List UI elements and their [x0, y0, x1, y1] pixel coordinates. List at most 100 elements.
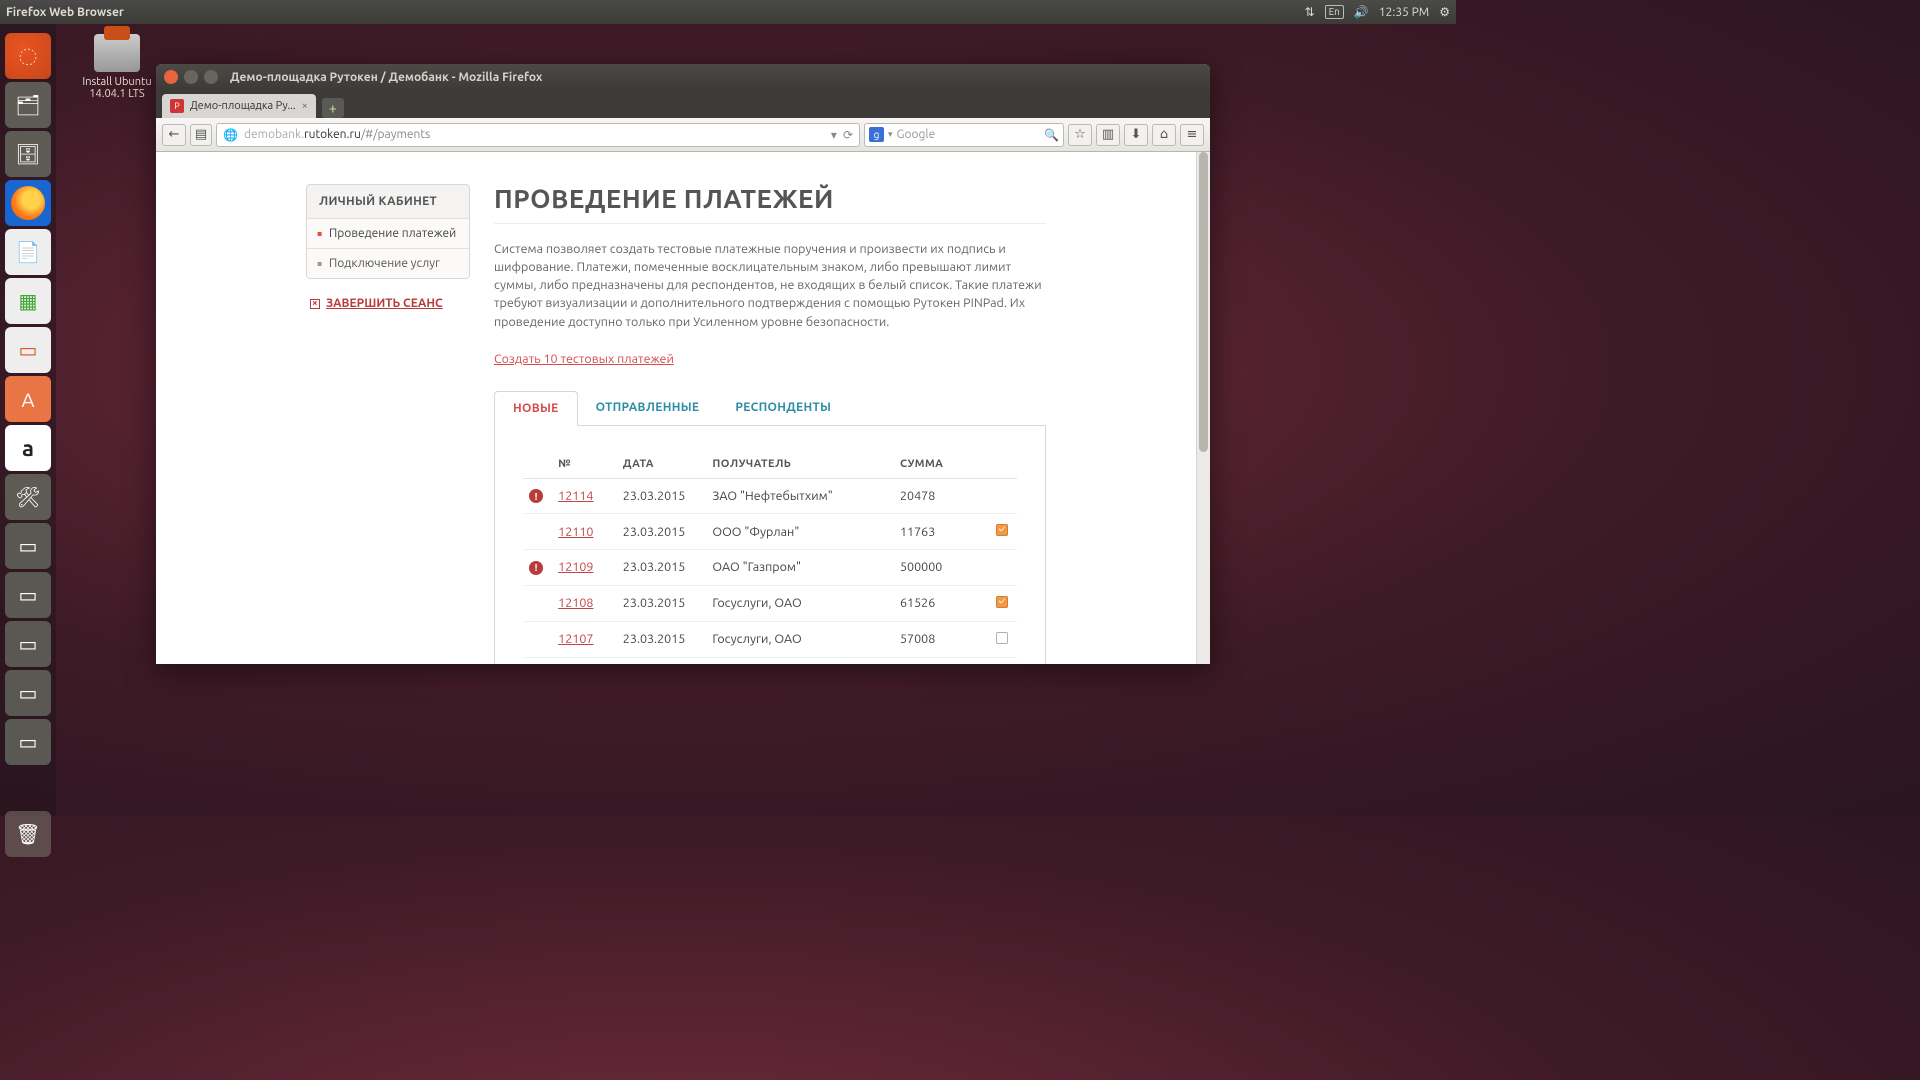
col-header-number: №: [552, 450, 617, 479]
clock-label[interactable]: 12:35 PM: [1379, 6, 1429, 19]
session-gear-icon[interactable]: ⚙: [1439, 5, 1450, 19]
payment-number-link[interactable]: 12108: [558, 596, 593, 610]
sidebar-title: ЛИЧНЫЙ КАБИНЕТ: [307, 185, 469, 218]
libreoffice-calc-icon[interactable]: ▦: [5, 278, 51, 324]
active-app-label: Firefox Web Browser: [6, 6, 124, 19]
payment-sum: 20701: [894, 657, 988, 664]
browser-tab[interactable]: Р Демо-площадка Ру... ×: [162, 94, 316, 118]
warning-icon: !: [529, 561, 543, 575]
payment-sum: 20478: [894, 478, 988, 514]
payment-recipient: ФГУП СервисКонтакт: [706, 657, 894, 664]
mounted-drive-icon[interactable]: ▭: [5, 621, 51, 667]
payment-sum: 61526: [894, 585, 988, 621]
search-engine-dropdown-icon[interactable]: ▾: [888, 129, 893, 140]
tab-sent[interactable]: ОТПРАВЛЕННЫЕ: [578, 391, 718, 425]
table-row: !1211423.03.2015ЗАО "Нефтебытхим"20478: [523, 478, 1017, 514]
table-row: 1211023.03.2015ООО "Фурлан"11763: [523, 514, 1017, 550]
payment-sum: 57008: [894, 621, 988, 657]
row-checkbox[interactable]: [996, 596, 1008, 608]
payment-number-link[interactable]: 12114: [558, 489, 593, 503]
home-icon[interactable]: ⌂: [1152, 124, 1176, 146]
tab-close-icon[interactable]: ×: [302, 100, 308, 112]
site-identity-icon[interactable]: 🌐: [223, 128, 238, 142]
search-go-icon[interactable]: 🔍: [1044, 128, 1059, 142]
firefox-icon[interactable]: [5, 180, 51, 226]
hamburger-menu-icon[interactable]: ≡: [1180, 124, 1204, 146]
mounted-drive-icon[interactable]: ▭: [5, 572, 51, 618]
libreoffice-impress-icon[interactable]: ▭: [5, 327, 51, 373]
readermode-icon[interactable]: ▤: [190, 124, 212, 146]
payment-number-link[interactable]: 12109: [558, 560, 593, 574]
window-close-button[interactable]: [164, 70, 178, 84]
payment-number-link[interactable]: 12107: [558, 632, 593, 646]
warning-icon: !: [529, 489, 543, 503]
sidebar-item-services[interactable]: Подключение услуг: [307, 248, 469, 278]
dropdown-history-icon[interactable]: ▾: [825, 128, 837, 142]
mounted-drive-icon[interactable]: ▭: [5, 523, 51, 569]
window-maximize-button[interactable]: [204, 70, 218, 84]
installer-disk-icon: [94, 34, 140, 72]
table-row: 12107 23.03.2015Госуслуги, ОАО57008: [523, 621, 1017, 657]
sidebar-item-payments[interactable]: Проведение платежей: [307, 218, 469, 248]
window-minimize-button[interactable]: [184, 70, 198, 84]
keyboard-layout-indicator[interactable]: En: [1325, 5, 1344, 19]
tab-respondents[interactable]: РЕСПОНДЕНТЫ: [717, 391, 849, 425]
tab-new[interactable]: НОВЫЕ: [494, 391, 578, 426]
payment-date: 23.03.2015: [617, 478, 707, 514]
payment-date: 23.03.2015: [617, 621, 707, 657]
page-scrollbar[interactable]: [1196, 152, 1210, 664]
reload-icon[interactable]: ⟳: [843, 128, 853, 142]
new-tab-button[interactable]: +: [322, 98, 344, 118]
desktop-icon-sublabel: 14.04.1 LTS: [72, 88, 162, 100]
payment-recipient: Госуслуги, ОАО: [706, 585, 894, 621]
window-title: Демо-площадка Рутокен / Демобанк - Mozil…: [230, 71, 542, 84]
mounted-drive-icon[interactable]: ▭: [5, 670, 51, 716]
dash-home-icon[interactable]: ◌: [5, 33, 51, 79]
downloads-icon[interactable]: ⬇: [1124, 124, 1148, 146]
page-description: Система позволяет создать тестовые плате…: [494, 240, 1046, 331]
tab-label: Демо-площадка Ру...: [190, 100, 296, 112]
amazon-icon[interactable]: a: [5, 425, 51, 471]
payment-date: 23.03.2015: [617, 550, 707, 586]
scrollbar-thumb[interactable]: [1199, 152, 1208, 452]
bookmarks-list-icon[interactable]: ▥: [1096, 124, 1120, 146]
row-checkbox[interactable]: [996, 524, 1008, 536]
browser-navbar: ← ▤ 🌐 demobank.demobank.rutoken.rurutoke…: [156, 118, 1210, 152]
col-header-recipient: ПОЛУЧАТЕЛЬ: [706, 450, 894, 479]
ubuntu-software-icon[interactable]: A: [5, 376, 51, 422]
search-engine-icon[interactable]: g: [869, 127, 884, 142]
col-header-date: ДАТА: [617, 450, 707, 479]
payment-number-link[interactable]: 12110: [558, 525, 593, 539]
mounted-drive-icon[interactable]: ▭: [5, 719, 51, 765]
sound-indicator-icon[interactable]: 🔊: [1354, 5, 1369, 19]
libreoffice-writer-icon[interactable]: 📄: [5, 229, 51, 275]
nautilus-files-icon[interactable]: 🗂: [5, 82, 51, 128]
logout-icon: [310, 299, 320, 309]
create-test-payments-link[interactable]: Создать 10 тестовых платежей: [494, 352, 674, 366]
table-row: 12108 23.03.2015Госуслуги, ОАО61526: [523, 585, 1017, 621]
system-settings-icon[interactable]: 🛠: [5, 474, 51, 520]
browser-tabstrip: Р Демо-площадка Ру... × +: [156, 90, 1210, 118]
url-bar[interactable]: 🌐 demobank.demobank.rutoken.rurutoken.ru…: [216, 123, 860, 147]
bookmark-star-icon[interactable]: ☆: [1068, 124, 1092, 146]
network-indicator-icon[interactable]: ⇅: [1305, 5, 1315, 19]
row-checkbox[interactable]: [996, 632, 1008, 644]
search-placeholder: Google: [897, 128, 1045, 141]
firefox-window: Демо-площадка Рутокен / Демобанк - Mozil…: [156, 64, 1210, 664]
nav-back-button[interactable]: ←: [162, 124, 186, 146]
payment-recipient: Госуслуги, ОАО: [706, 621, 894, 657]
install-ubuntu-desktop-icon[interactable]: Install Ubuntu 14.04.1 LTS: [72, 34, 162, 100]
main-content: ПРОВЕДЕНИЕ ПЛАТЕЖЕЙ Система позволяет со…: [494, 184, 1046, 664]
search-bar[interactable]: g ▾ Google 🔍: [864, 123, 1064, 147]
window-titlebar[interactable]: Демо-площадка Рутокен / Демобанк - Mozil…: [156, 64, 1210, 90]
payment-sum: 11763: [894, 514, 988, 550]
trash-icon[interactable]: 🗑: [5, 811, 51, 857]
unity-launcher: ◌ 🗂 🗄 📄 ▦ ▭ A a 🛠 ▭ ▭ ▭ ▭ ▭ 🗑: [0, 24, 56, 816]
system-top-panel: Firefox Web Browser ⇅ En 🔊 12:35 PM ⚙: [0, 0, 1456, 24]
payments-table: № ДАТА ПОЛУЧАТЕЛЬ СУММА ! 12114 23.03.2015…: [523, 450, 1017, 664]
payment-date: 23.03.2015: [617, 585, 707, 621]
col-header-sum: СУММА: [894, 450, 988, 479]
nautilus-files-icon-2[interactable]: 🗄: [5, 131, 51, 177]
page-title: ПРОВЕДЕНИЕ ПЛАТЕЖЕЙ: [494, 184, 1046, 224]
logout-link[interactable]: ЗАВЕРШИТЬ СЕАНС: [306, 297, 470, 310]
